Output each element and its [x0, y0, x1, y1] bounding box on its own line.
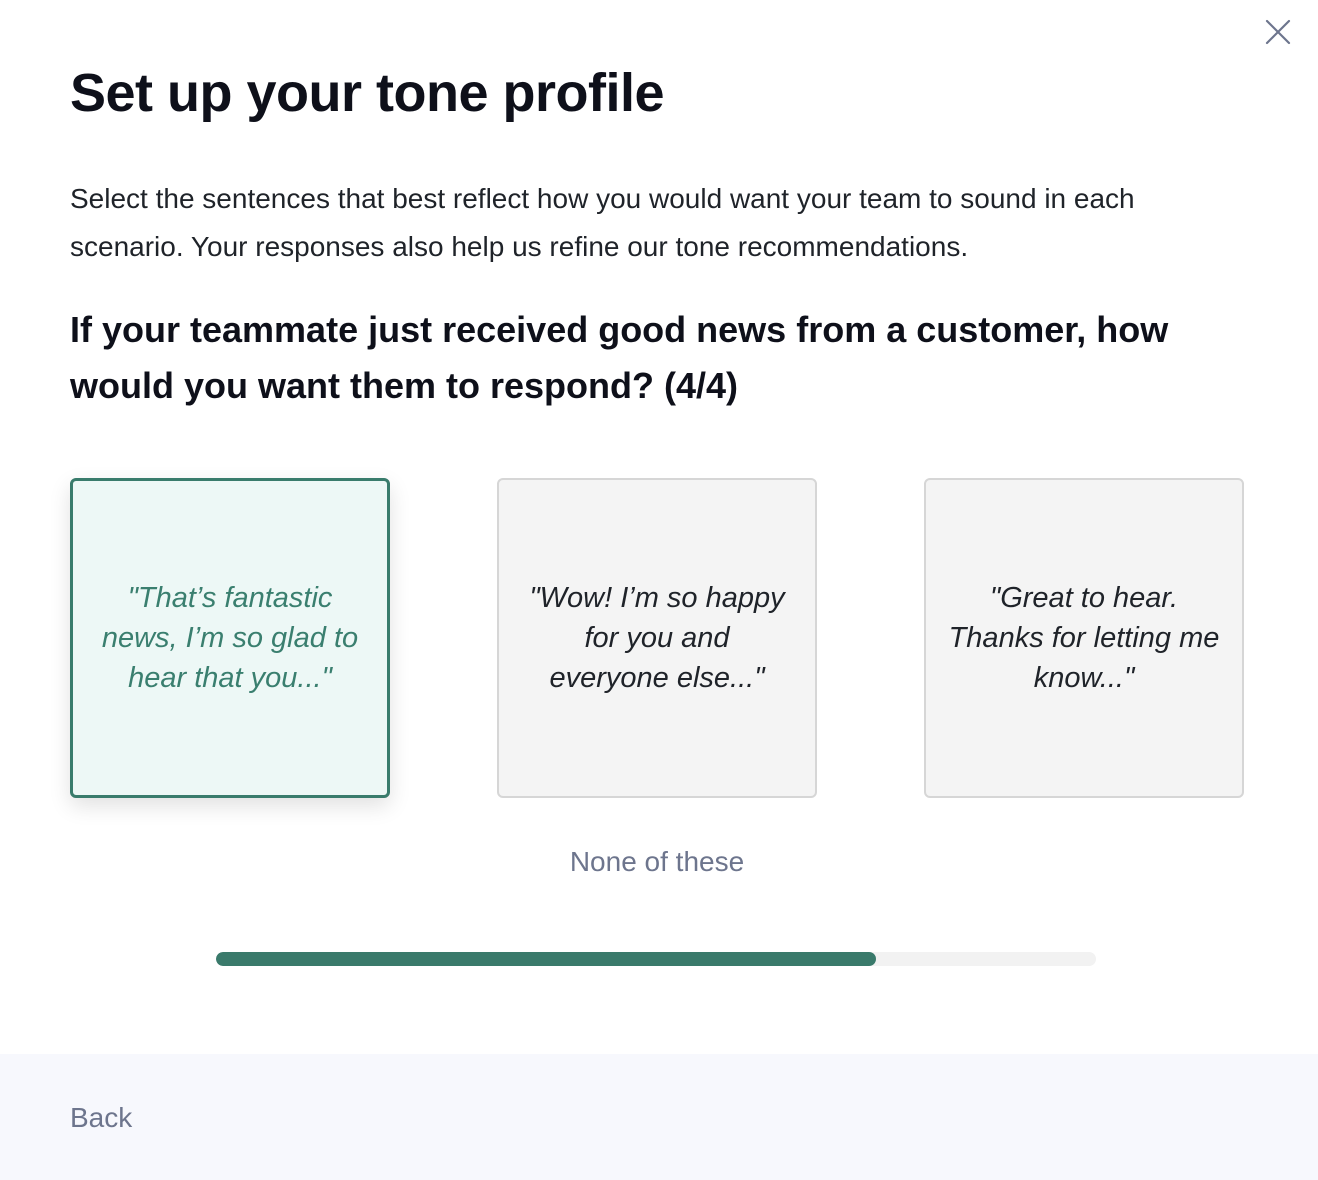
none-of-these-button[interactable]: None of these	[70, 846, 1244, 878]
option-card-2[interactable]: "Wow! I’m so happy for you and everyone …	[497, 478, 817, 798]
tone-profile-dialog: Set up your tone profile Select the sent…	[0, 0, 1318, 1180]
close-icon	[1265, 19, 1291, 45]
back-button[interactable]: Back	[70, 1102, 132, 1134]
progress-bar-fill	[216, 952, 876, 966]
option-card-text: "That’s fantastic news, I’m so glad to h…	[101, 582, 359, 694]
question-text: If your teammate just received good news…	[70, 309, 1169, 406]
options-list: "That’s fantastic news, I’m so glad to h…	[70, 478, 1244, 798]
dialog-title: Set up your tone profile	[70, 63, 665, 123]
option-card-3[interactable]: "Great to hear. Thanks for letting me kn…	[924, 478, 1244, 798]
option-card-1[interactable]: "That’s fantastic news, I’m so glad to h…	[70, 478, 390, 798]
option-card-text: "Wow! I’m so happy for you and everyone …	[529, 582, 785, 694]
dialog-footer: Back	[0, 1054, 1318, 1180]
dialog-description: Select the sentences that best reflect h…	[70, 183, 1135, 262]
close-button[interactable]	[1260, 14, 1296, 50]
option-card-text: "Great to hear. Thanks for letting me kn…	[948, 582, 1220, 694]
progress-bar	[216, 952, 1096, 966]
